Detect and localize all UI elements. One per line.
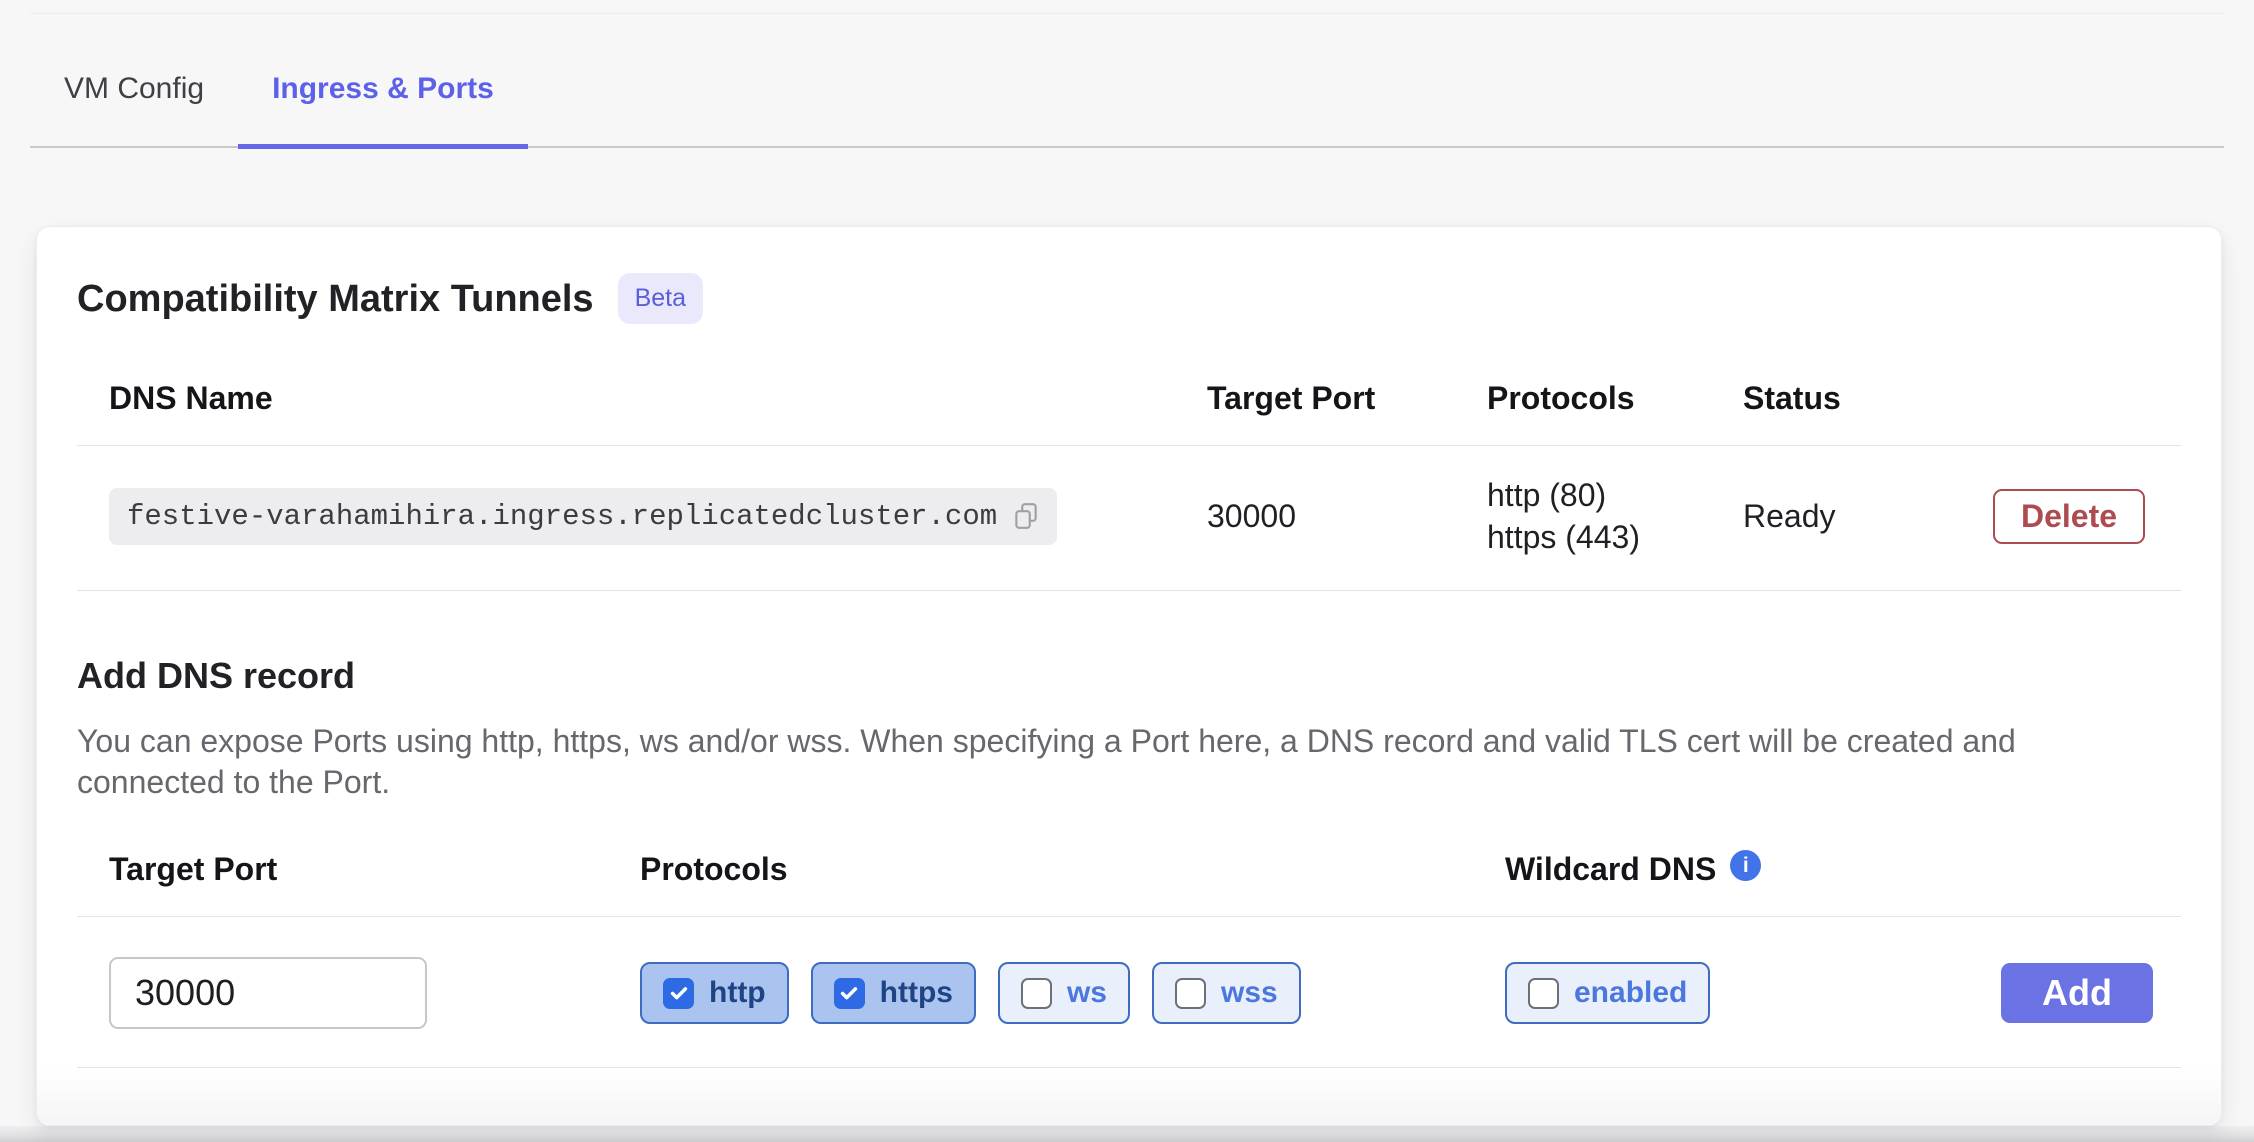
beta-badge: Beta	[618, 273, 703, 324]
checkbox-icon	[834, 978, 865, 1009]
protocol-line-https: https (443)	[1487, 516, 1743, 558]
protocol-checkbox-label: http	[709, 976, 766, 1010]
table-row: festive-varahamihira.ingress.replicatedc…	[77, 446, 2181, 591]
tab-bar: VM Config Ingress & Ports	[30, 13, 2224, 148]
wildcard-dns-label: Wildcard DNS i	[1505, 851, 2001, 888]
protocol-checkbox-http[interactable]: http	[640, 962, 789, 1024]
column-header-dns-name: DNS Name	[77, 380, 1207, 417]
page-bottom-gradient	[0, 1126, 2254, 1142]
tunnels-card: Compatibility Matrix Tunnels Beta DNS Na…	[36, 226, 2222, 1126]
checkbox-icon	[1021, 978, 1052, 1009]
checkbox-icon	[1528, 978, 1559, 1009]
form-labels-row: Target Port Protocols Wildcard DNS i	[77, 851, 2181, 917]
protocol-checkbox-https[interactable]: https	[811, 962, 976, 1024]
protocol-checkbox-label: https	[880, 976, 953, 1010]
dns-name-pill: festive-varahamihira.ingress.replicatedc…	[109, 488, 1057, 545]
protocol-checkbox-label: ws	[1067, 976, 1107, 1010]
column-header-status: Status	[1743, 380, 2181, 417]
target-port-input[interactable]	[109, 957, 427, 1029]
add-button[interactable]: Add	[2001, 963, 2153, 1023]
protocol-checkbox-label: wss	[1221, 976, 1278, 1010]
column-header-protocols: Protocols	[1487, 380, 1743, 417]
card-footer	[37, 1068, 2221, 1125]
add-dns-description: You can expose Ports using http, https, …	[77, 721, 2157, 803]
checkbox-icon	[1175, 978, 1206, 1009]
card-title-row: Compatibility Matrix Tunnels Beta	[77, 227, 2181, 324]
protocol-checkbox-wss[interactable]: wss	[1152, 962, 1301, 1024]
wildcard-enabled-label: enabled	[1574, 976, 1687, 1010]
card-title: Compatibility Matrix Tunnels	[77, 274, 594, 324]
wildcard-field-cell: enabled	[1505, 962, 2001, 1024]
dns-name-cell: festive-varahamihira.ingress.replicatedc…	[77, 488, 1207, 545]
protocols-label: Protocols	[640, 851, 1505, 888]
target-port-label: Target Port	[77, 851, 640, 888]
tab-ingress-ports[interactable]: Ingress & Ports	[238, 14, 528, 149]
protocol-checkbox-ws[interactable]: ws	[998, 962, 1130, 1024]
tab-vm-config[interactable]: VM Config	[30, 14, 238, 149]
target-port-cell: 30000	[1207, 498, 1487, 535]
delete-button[interactable]: Delete	[1993, 489, 2145, 544]
info-icon[interactable]: i	[1730, 850, 1761, 881]
add-dns-heading: Add DNS record	[77, 653, 2181, 699]
protocols-cell: http (80) https (443)	[1487, 474, 1743, 558]
target-port-field-cell	[77, 957, 640, 1029]
protocol-options: http https ws	[640, 962, 1505, 1024]
status-value: Ready	[1743, 498, 1836, 535]
dns-name-value: festive-varahamihira.ingress.replicatedc…	[127, 500, 997, 533]
wildcard-enabled-checkbox[interactable]: enabled	[1505, 962, 1710, 1024]
checkbox-icon	[663, 978, 694, 1009]
wildcard-dns-label-text: Wildcard DNS	[1505, 851, 1716, 888]
column-header-target-port: Target Port	[1207, 380, 1487, 417]
form-row: http https ws	[77, 917, 2181, 1068]
page: VM Config Ingress & Ports Compatibility …	[0, 0, 2254, 1142]
status-cell: Ready Delete	[1743, 489, 2181, 544]
table-header-row: DNS Name Target Port Protocols Status	[77, 380, 2181, 446]
copy-icon[interactable]	[1013, 501, 1039, 531]
protocol-line-http: http (80)	[1487, 474, 1743, 516]
